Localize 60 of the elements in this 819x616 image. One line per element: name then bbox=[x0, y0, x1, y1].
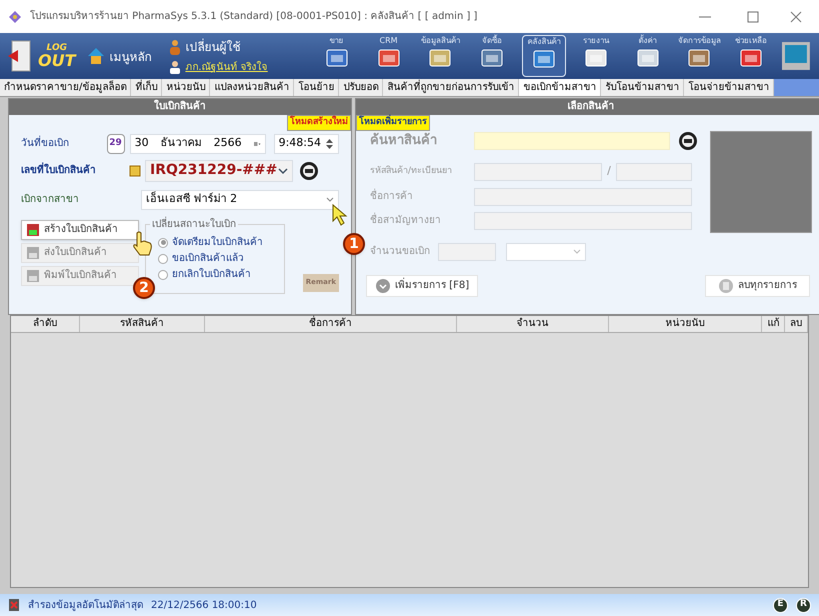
module-button[interactable]: ตั้งค่า bbox=[626, 35, 670, 77]
module-button[interactable]: ขาย bbox=[314, 35, 359, 77]
module-tab[interactable]: รับโอนข้ามสาขา bbox=[601, 79, 684, 96]
date-picker[interactable]: 30 ธันวาคม 2566 bbox=[130, 134, 266, 154]
status-radio[interactable]: ขอเบิกสินค้าแล้ว bbox=[158, 251, 284, 266]
time-field[interactable]: 9:48:54 bbox=[274, 134, 339, 154]
module-button[interactable]: ช่วยเหลือ bbox=[729, 35, 774, 77]
document-number-dropdown[interactable]: IRQ231229-### bbox=[145, 160, 293, 182]
module-button[interactable]: ข้อมูลสินค้า bbox=[418, 35, 462, 77]
module-tab[interactable]: โอนจ่ายข้ามสาขา bbox=[684, 79, 774, 96]
module-tab[interactable]: ปรับยอด bbox=[339, 79, 384, 96]
field-label: เลขที่ใบเบิกสินค้า bbox=[21, 163, 129, 178]
separator-text: / bbox=[606, 163, 612, 180]
panel-header: ใบเบิกสินค้า bbox=[9, 99, 351, 115]
panel-header: เลือกสินค้า bbox=[356, 99, 819, 115]
module-button[interactable]: CRM bbox=[366, 35, 410, 77]
branch-dropdown[interactable]: เอ็นเอสซี ฟาร์ม่า 2 bbox=[141, 190, 339, 210]
column-header[interactable]: ลำดับ bbox=[11, 316, 80, 332]
step-number-badge: 1 bbox=[343, 233, 365, 255]
module-button[interactable]: คลังสินค้า bbox=[522, 35, 566, 77]
field-label: จำนวนขอเบิก bbox=[370, 244, 431, 259]
field-label: เบิกจากสาขา bbox=[21, 193, 80, 207]
column-header[interactable]: ลบ bbox=[785, 316, 808, 332]
mode-badge: โหมดสร้างใหม่ bbox=[287, 115, 351, 130]
module-tab[interactable]: ที่เก็บ bbox=[131, 79, 162, 96]
column-header[interactable]: รหัสสินค้า bbox=[80, 316, 206, 332]
calendar-icon[interactable]: 29 bbox=[106, 134, 125, 154]
field-label: ชื่อสามัญทางยา bbox=[370, 213, 474, 228]
change-user-button[interactable]: เปลี่ยนผู้ใช้ bbox=[169, 38, 299, 56]
module-tab[interactable]: หน่วยนับ bbox=[162, 79, 210, 96]
module-tab[interactable]: แปลงหน่วยสินค้า bbox=[210, 79, 294, 96]
home-button[interactable]: เมนูหลัก bbox=[86, 46, 162, 66]
module-button[interactable]: จัดซื้อ bbox=[470, 35, 514, 77]
window-title: โปรแกรมบริหารร้านยา PharmaSys 5.3.1 (Standard) [08-0001-PS010] : คลังสินค้า [ [ admin ] ] bbox=[30, 9, 478, 24]
column-header[interactable]: ชื่อการค้า bbox=[205, 316, 457, 332]
module-button[interactable]: รายงาน bbox=[574, 35, 618, 77]
module-tab[interactable]: สินค้าที่ถูกขายก่อนการรับเข้า bbox=[383, 79, 520, 96]
field-label: ค้นหาสินค้า bbox=[370, 132, 438, 150]
column-header[interactable]: หน่วยนับ bbox=[609, 316, 762, 332]
module-tab[interactable]: โอนย้าย bbox=[294, 79, 340, 96]
status-badge: E bbox=[773, 598, 788, 612]
status-text: สำรองข้อมูลอัตโนมัติล่าสุด bbox=[28, 598, 143, 612]
status-radio[interactable]: ยกเลิกใบเบิกสินค้า bbox=[158, 267, 284, 282]
logout-button[interactable]: LOG OUT bbox=[8, 39, 78, 73]
status-badge: R bbox=[796, 598, 811, 612]
status-time: 22/12/2566 18:00:10 bbox=[151, 598, 257, 612]
mode-badge: โหมดเพิ่มรายการ bbox=[356, 115, 430, 130]
module-tab[interactable]: กำหนดราคาขาย/ข้อมูลล็อต bbox=[0, 79, 132, 96]
action-button[interactable]: สร้างใบเบิกสินค้า bbox=[21, 220, 139, 240]
status-radio[interactable]: จัดเตรียมใบเบิกสินค้า bbox=[158, 235, 284, 250]
module-tab[interactable]: ขอเบิกข้ามสาขา bbox=[519, 79, 602, 96]
column-header[interactable]: จำนวน bbox=[456, 316, 609, 332]
user-link[interactable]: ภก.ณัฐนันท์ จริงใจ bbox=[169, 60, 299, 74]
field-label: รหัสสินค้า/ทะเบียนยา bbox=[370, 164, 454, 178]
field-label: ชื่อการค้า bbox=[370, 189, 474, 204]
column-header[interactable]: แก้ bbox=[762, 316, 786, 332]
module-button[interactable]: จัดการข้อมูล bbox=[678, 35, 722, 77]
field-label: วันที่ขอเบิก bbox=[21, 136, 107, 151]
clear-all-button[interactable]: ลบทุกรายการ bbox=[705, 274, 810, 296]
add-item-button[interactable]: เพิ่มรายการ [F8] bbox=[366, 274, 478, 296]
